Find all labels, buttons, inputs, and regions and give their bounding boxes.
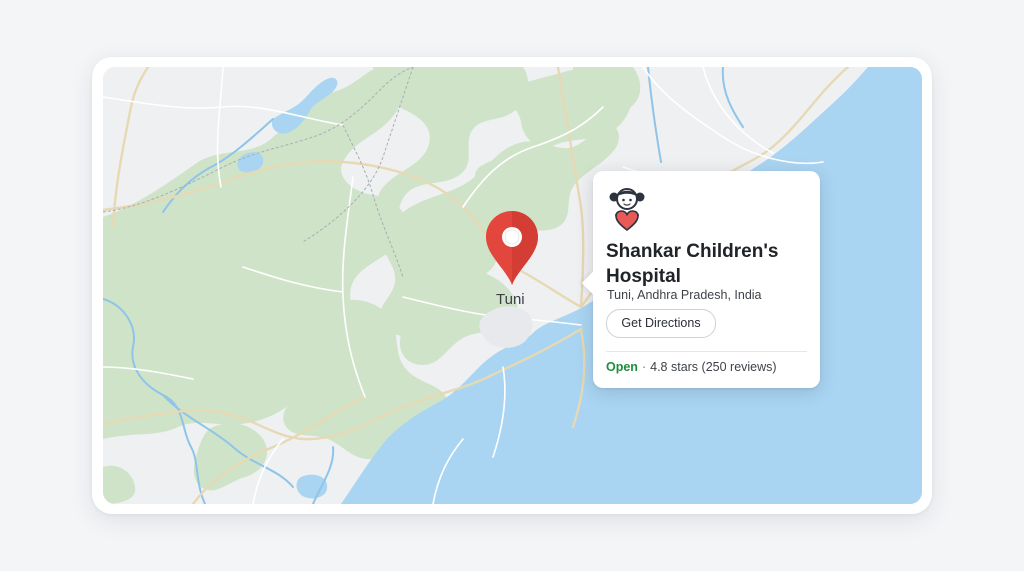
place-card[interactable]: Shankar Children's Hospital Tuni, Andhra… bbox=[581, 171, 820, 388]
child-heart-icon bbox=[609, 185, 645, 233]
place-title: Shankar Children's Hospital bbox=[606, 241, 779, 287]
city-label-tuni: Tuni bbox=[496, 291, 525, 308]
location-pin-icon[interactable] bbox=[484, 209, 540, 287]
open-status-badge: Open bbox=[606, 360, 638, 374]
rating-text: 4.8 stars (250 reviews) bbox=[650, 360, 777, 374]
place-status-row: Open · 4.8 stars (250 reviews) bbox=[606, 360, 777, 374]
card-divider bbox=[606, 351, 807, 352]
place-address: Tuni, Andhra Pradesh, India bbox=[607, 288, 762, 302]
status-separator: · bbox=[641, 360, 647, 374]
get-directions-button[interactable]: Get Directions bbox=[606, 309, 716, 338]
